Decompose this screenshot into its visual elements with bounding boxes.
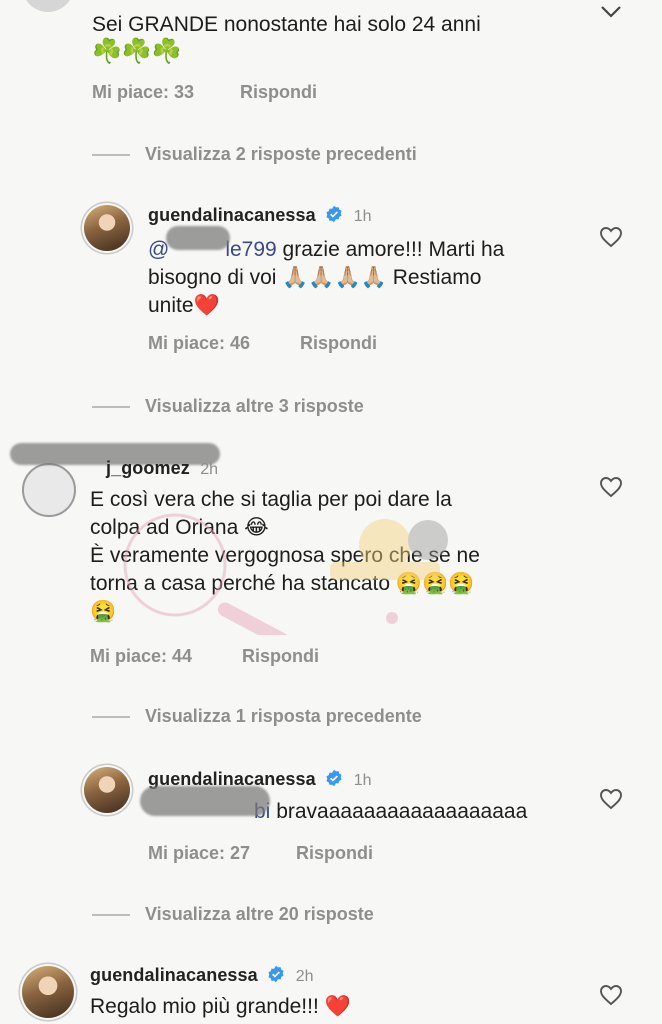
avatar[interactable] [22, 966, 74, 1018]
like-count: Mi piace: 44 [90, 646, 193, 666]
like-count: Mi piace: 33 [92, 82, 195, 102]
heart-outline-icon[interactable] [599, 476, 623, 498]
reply-button[interactable]: Rispondi [296, 843, 373, 864]
timestamp: 2h [200, 461, 219, 478]
like-count: Mi piace: 27 [148, 843, 251, 863]
divider-line [92, 914, 130, 916]
verified-badge-icon [326, 769, 342, 787]
chevron-down-icon[interactable] [600, 5, 622, 19]
divider-line [92, 154, 130, 156]
username[interactable]: guendalinacanessa [148, 205, 316, 225]
timestamp: 2h [295, 968, 314, 985]
comment-header: guendalinacanessa 2h [90, 965, 313, 986]
avatar[interactable] [22, 463, 76, 517]
view-more-replies[interactable]: Visualizza altre 3 risposte [145, 396, 364, 417]
view-previous-replies[interactable]: Visualizza 2 risposte precedenti [145, 144, 417, 165]
verified-badge-icon [326, 205, 342, 223]
watermark-graphic [123, 513, 448, 635]
view-more-replies[interactable]: Visualizza altre 20 risposte [145, 904, 374, 925]
reply-button[interactable]: Rispondi [240, 82, 317, 103]
like-count: Mi piace: 46 [148, 333, 251, 353]
avatar[interactable] [84, 767, 130, 813]
comment-emojis: ☘️☘️☘️ [92, 38, 182, 65]
verified-badge-icon [268, 965, 284, 983]
divider-line [92, 406, 130, 408]
avatar[interactable] [84, 205, 130, 251]
divider-line [92, 716, 130, 718]
redaction-scribble [166, 226, 230, 250]
heart-outline-icon[interactable] [599, 788, 623, 810]
username[interactable]: guendalinacanessa [90, 965, 258, 985]
comment-header: j_goomez 2h [90, 458, 218, 479]
timestamp: 1h [353, 208, 372, 225]
heart-outline-icon[interactable] [599, 984, 623, 1006]
redaction-scribble [140, 786, 270, 816]
comment-text: Regalo mio più grande!!! ❤️ [90, 995, 351, 1018]
comment-text: Sei GRANDE nonostante hai solo 24 anni [92, 13, 481, 36]
reply-button[interactable]: Rispondi [300, 333, 377, 354]
comment-header: guendalinacanessa 1h [148, 205, 371, 226]
heart-outline-icon[interactable] [599, 226, 623, 248]
username[interactable]: j_goomez [90, 458, 190, 478]
reply-button[interactable]: Rispondi [242, 646, 319, 667]
view-previous-replies[interactable]: Visualizza 1 risposta precedente [145, 706, 422, 727]
avatar[interactable] [22, 0, 74, 12]
timestamp: 1h [353, 772, 372, 789]
